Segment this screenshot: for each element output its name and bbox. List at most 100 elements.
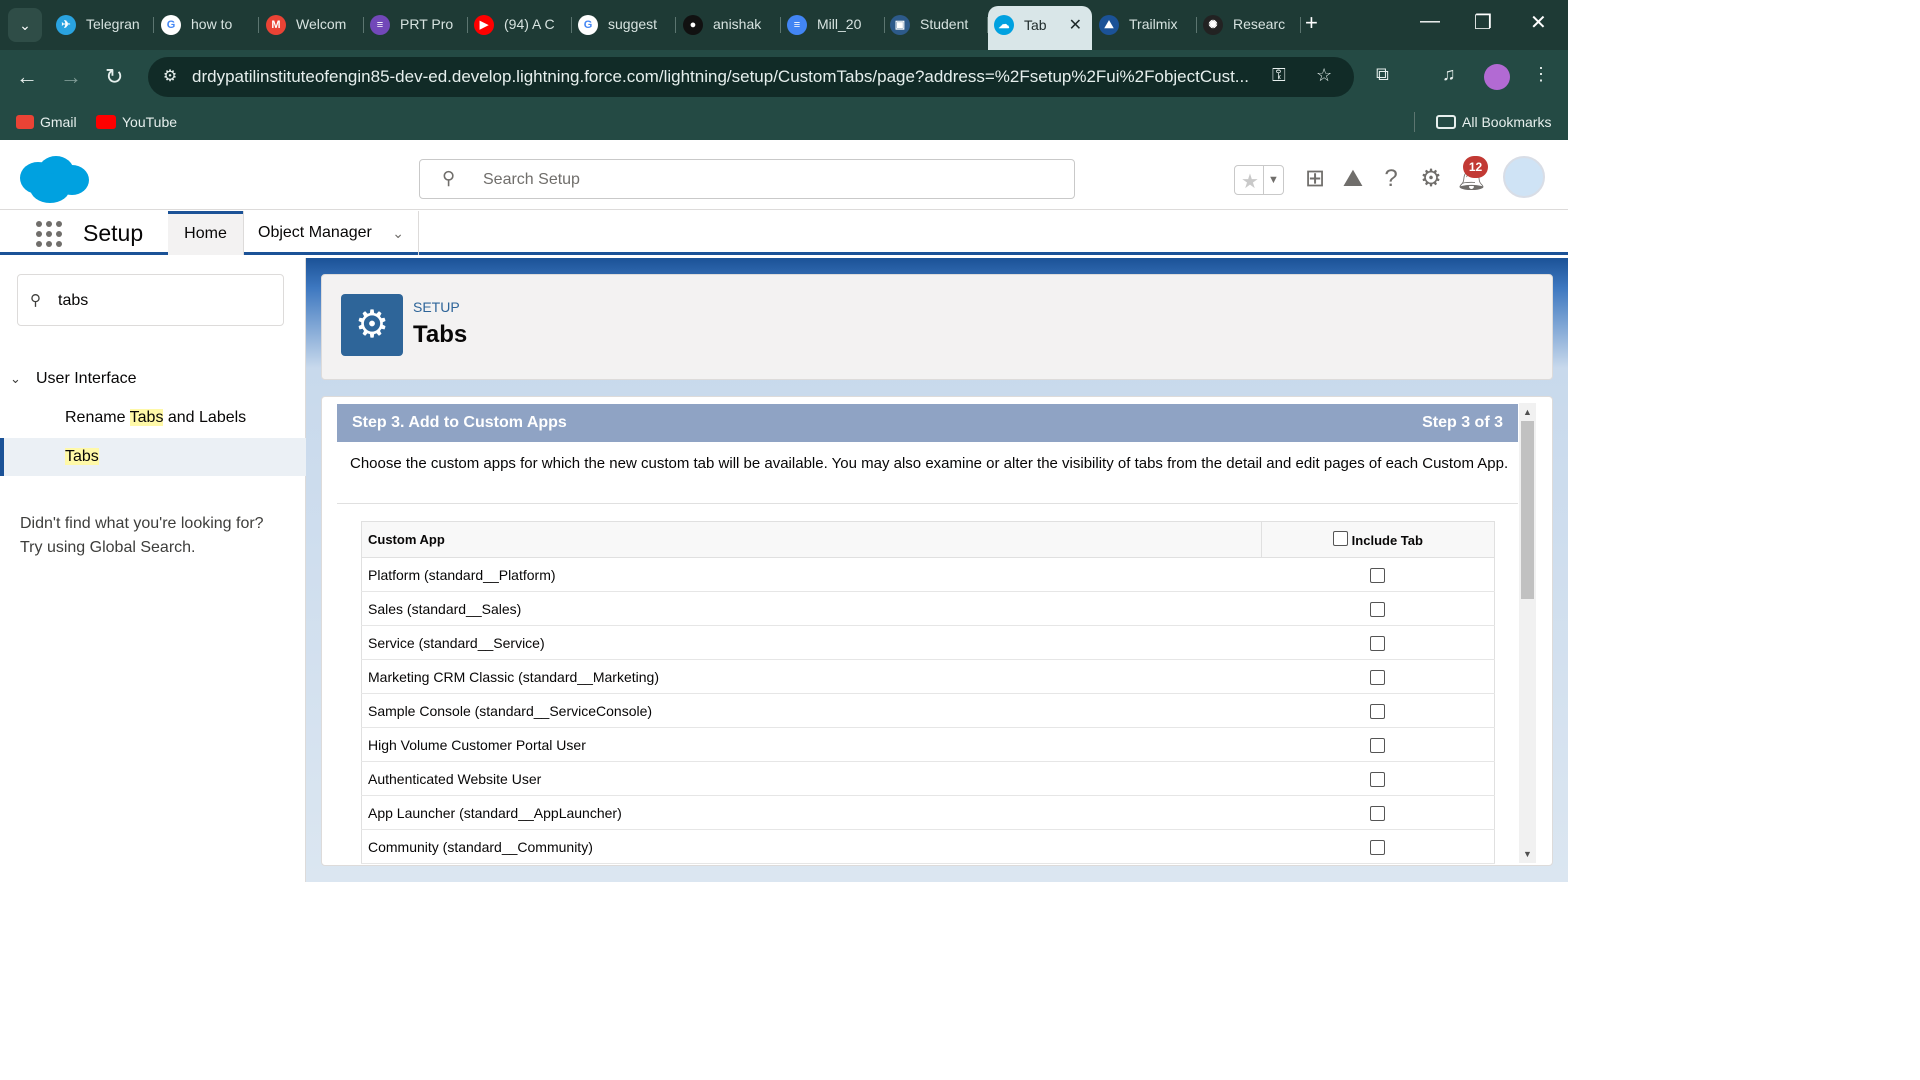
address-bar-row: ← → ↻ ⚙ drdypatilinstituteofengin85-dev-… [0, 50, 1568, 104]
trailhead-icon[interactable]: ⛰ [1339, 165, 1367, 193]
tab-separator [258, 17, 259, 33]
app-name-cell: Platform (standard__Platform) [361, 557, 1262, 592]
scroll-down-icon[interactable]: ▼ [1519, 847, 1536, 861]
back-icon[interactable]: ← [16, 64, 38, 90]
minimize-icon[interactable]: — [1420, 10, 1440, 33]
browser-tab[interactable]: ● anishak [677, 8, 781, 42]
include-tab-checkbox[interactable] [1370, 669, 1386, 685]
more-menu-icon[interactable]: ⋮ [1532, 64, 1550, 85]
quick-find-input[interactable]: ⚲ tabs [17, 274, 284, 326]
close-tab-icon[interactable]: ✕ [1069, 15, 1082, 35]
restore-icon[interactable]: ❐ [1474, 10, 1492, 35]
tab-search-icon[interactable]: ⌄ [8, 8, 42, 42]
bookmark-gmail[interactable]: Gmail [16, 114, 77, 130]
url-text[interactable]: drdypatilinstituteofengin85-dev-ed.devel… [192, 67, 1260, 87]
bookmarks-divider [1414, 112, 1415, 132]
close-window-icon[interactable]: ✕ [1530, 10, 1547, 35]
tab-object-manager-label: Object Manager [258, 224, 372, 241]
browser-tab[interactable]: M Welcom [260, 8, 364, 42]
browser-tab[interactable]: ✈ Telegran [50, 8, 154, 42]
setup-sidebar: ⚲ tabs ⌄ User Interface Rename Tabs and L… [0, 258, 306, 882]
sidebar-item-rename-tabs[interactable]: Rename Tabs and Labels [0, 399, 306, 437]
page-header: ⚙ SETUP Tabs [321, 274, 1553, 380]
app-name-cell: App Launcher (standard__AppLauncher) [361, 795, 1262, 830]
new-tab-icon[interactable]: + [1305, 10, 1318, 36]
bookmark-star-icon[interactable]: ☆ [1316, 65, 1332, 86]
browser-tab[interactable]: Ghow to [155, 8, 259, 42]
global-create-icon[interactable]: ⊞ [1301, 165, 1329, 193]
omnibox[interactable]: ⚙ drdypatilinstituteofengin85-dev-ed.dev… [148, 57, 1354, 97]
forward-icon[interactable]: → [60, 64, 82, 90]
app-name-cell: High Volume Customer Portal User [361, 727, 1262, 762]
page-eyebrow: SETUP [413, 299, 460, 315]
notification-count-badge: 12 [1463, 156, 1488, 178]
browser-tab[interactable]: ▣ Student [884, 8, 988, 42]
media-control-icon[interactable]: ♫ [1442, 64, 1456, 85]
include-tab-checkbox[interactable] [1370, 805, 1386, 821]
reload-icon[interactable]: ↻ [105, 64, 123, 90]
google-icon: G [578, 15, 598, 35]
browser-tab[interactable]: ⛰ Trailmix [1093, 8, 1197, 42]
search-setup-input[interactable]: ⚲ Search Setup [419, 159, 1075, 199]
user-avatar[interactable] [1503, 156, 1545, 198]
bookmark-youtube[interactable]: YouTube [96, 114, 177, 130]
setup-gear-icon[interactable]: ⚙ [1417, 165, 1445, 193]
browser-tab[interactable]: Gsuggest [572, 8, 676, 42]
include-tab-checkbox[interactable] [1370, 703, 1386, 719]
browser-tab[interactable]: ☁ Tab ✕ [988, 6, 1092, 50]
tab-home[interactable]: Home [168, 211, 243, 255]
include-tab-checkbox[interactable] [1370, 601, 1386, 617]
tab-separator [1300, 17, 1301, 33]
extensions-icon[interactable]: ⧉ [1376, 64, 1389, 85]
scroll-up-icon[interactable]: ▲ [1519, 405, 1536, 419]
browser-tab[interactable]: ≡ Mill_20 [781, 8, 885, 42]
openai-icon: ✺ [1203, 15, 1223, 35]
browser-tab-label: PRT Pro [400, 16, 454, 32]
browser-tab-label: Student [920, 16, 969, 32]
password-key-icon[interactable]: ⚿ [1272, 65, 1286, 86]
include-tab-checkbox[interactable] [1370, 635, 1386, 651]
tree-section-user-interface[interactable]: ⌄ User Interface [10, 370, 136, 388]
site-info-icon[interactable]: ⚙ [158, 65, 182, 89]
browser-tab-label: Researc [1233, 16, 1286, 32]
github-icon: ● [683, 15, 703, 35]
table-header-row: Custom App Include Tab [361, 521, 1495, 558]
step-count: Step 3 of 3 [1422, 414, 1503, 431]
salesforce-icon: ☁ [994, 15, 1014, 35]
scroll-thumb[interactable] [1521, 421, 1534, 599]
profile-avatar[interactable] [1484, 64, 1510, 90]
include-tab-cell [1261, 761, 1495, 796]
browser-tab[interactable]: ✺ Researc [1197, 8, 1301, 42]
browser-tab-label: anishak [713, 16, 762, 32]
include-tab-checkbox[interactable] [1370, 737, 1386, 753]
include-tab-checkbox[interactable] [1370, 839, 1386, 855]
browser-tab-label: Mill_20 [817, 16, 862, 32]
help-icon[interactable]: ? [1377, 165, 1405, 193]
salesforce-logo[interactable] [18, 154, 90, 204]
gmail-icon [16, 115, 34, 129]
favorites-button[interactable]: ★ ▼ [1234, 165, 1284, 195]
all-bookmarks[interactable]: All Bookmarks [1436, 114, 1551, 130]
browser-tab[interactable]: ▶ (94) A C [468, 8, 572, 42]
browser-tab[interactable]: ≡ PRT Pro [364, 8, 468, 42]
include-tab-cell [1261, 557, 1495, 592]
scrollbar[interactable]: ▲ ▼ [1519, 403, 1536, 863]
browser-tab-label: suggest [608, 16, 658, 32]
favorites-dropdown-icon[interactable]: ▼ [1263, 166, 1283, 194]
tab-object-manager[interactable]: Object Manager ⌄ [243, 211, 419, 255]
app-launcher-icon[interactable] [36, 221, 62, 247]
include-tab-checkbox[interactable] [1370, 771, 1386, 787]
select-all-checkbox[interactable] [1333, 531, 1349, 546]
chevron-down-icon[interactable]: ⌄ [392, 211, 404, 255]
app-name-cell: Authenticated Website User [361, 761, 1262, 796]
include-tab-checkbox[interactable] [1370, 567, 1386, 583]
include-tab-cell [1261, 829, 1495, 864]
browser-tab-label: how to [191, 16, 233, 32]
youtube-icon [96, 115, 116, 129]
table-row: Sales (standard__Sales) [361, 591, 1495, 626]
chevron-down-icon[interactable]: ⌄ [10, 371, 28, 387]
search-icon: ⚲ [30, 292, 41, 309]
gmail-icon: M [266, 15, 286, 35]
sidebar-item-tabs[interactable]: Tabs [0, 438, 306, 476]
all-bookmarks-label: All Bookmarks [1462, 114, 1552, 130]
